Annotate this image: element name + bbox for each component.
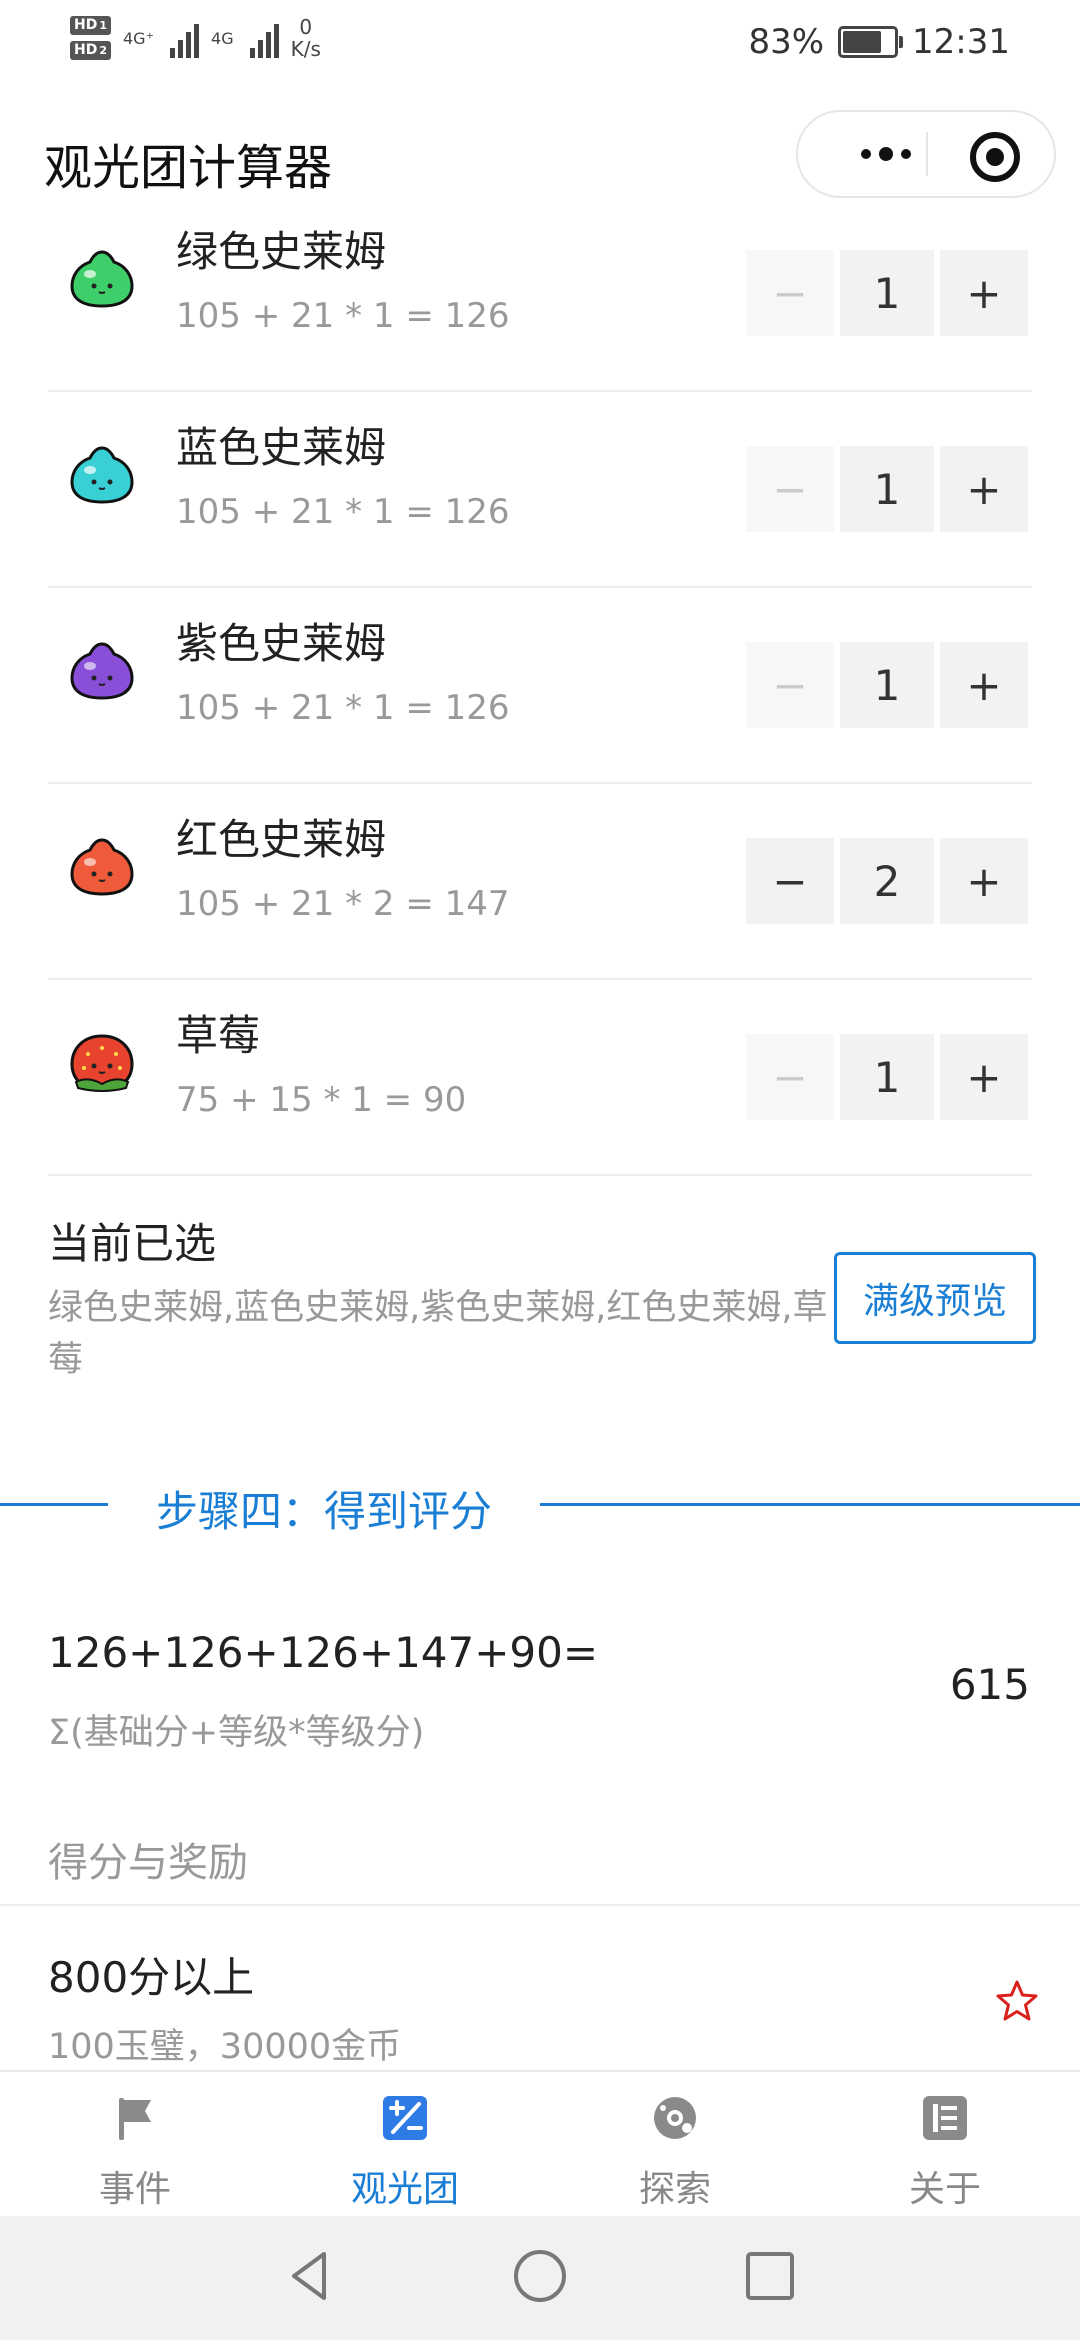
sim1-badge: HD 1 [70,16,111,35]
increment-button[interactable]: + [940,446,1028,532]
red-slime-icon [70,838,134,896]
item-formula: 105 + 21 * 2 = 147 [176,884,510,924]
item-name: 蓝色史莱姆 [176,423,387,472]
increment-button[interactable]: + [940,838,1028,924]
battery-percent: 83% [748,22,825,62]
status-bar: HD 1 HD 2 4G⁺ 4G 0 K/s 83% 12:31 [0,0,1080,90]
home-icon[interactable] [510,2246,570,2306]
item-name: 紫色史莱姆 [176,619,387,668]
recents-icon[interactable] [740,2246,800,2306]
more-dots-icon[interactable] [836,112,936,196]
decrement-button[interactable]: − [746,642,834,728]
decrement-button[interactable]: − [746,1034,834,1120]
decrement-button[interactable]: − [746,446,834,532]
capsule-divider [926,132,928,176]
item-name: 草莓 [176,1011,261,1060]
rewards-header: 得分与奖励 [48,1840,248,1886]
quantity-value[interactable]: 1 [840,446,934,532]
back-icon[interactable] [280,2246,340,2306]
title-bar: 观光团计算器 [0,100,1080,210]
page-title: 观光团计算器 [44,140,333,196]
score-total: 615 [949,1660,1030,1709]
strawberry-icon [70,1034,134,1092]
tab-tour-group[interactable]: 观光团 [270,2072,540,2218]
selected-list: 绿色史莱姆,蓝色史莱姆,紫色史莱姆,红色史莱姆,草莓 [48,1288,828,1380]
purple-slime-icon [70,642,134,700]
blue-slime-icon [70,446,134,504]
divider-right [540,1503,1080,1506]
quantity-value[interactable]: 1 [840,250,934,336]
tab-events[interactable]: 事件 [0,2072,270,2218]
list-item: 绿色史莱姆 105 + 21 * 1 = 126 − 1 + [48,196,1032,392]
target-circle-icon[interactable] [970,132,1020,182]
selected-title: 当前已选 [48,1219,217,1268]
sim2-badge: HD 2 [70,41,111,60]
status-left: HD 1 HD 2 4G⁺ 4G 0 K/s [70,16,321,60]
network-type-2: 4G [211,28,234,48]
battery-icon [838,26,904,58]
step-label: 步骤四：得到评分 [156,1487,493,1536]
increment-button[interactable]: + [940,642,1028,728]
tab-about[interactable]: 关于 [810,2072,1080,2218]
tab-explore[interactable]: 探索 [540,2072,810,2218]
tab-label: 事件 [98,2169,171,2210]
item-formula: 75 + 15 * 1 = 90 [176,1080,467,1120]
quantity-value[interactable]: 2 [840,838,934,924]
max-level-preview-button[interactable]: 满级预览 [834,1252,1036,1344]
quantity-value[interactable]: 1 [840,1034,934,1120]
increment-button[interactable]: + [940,1034,1028,1120]
score-subtitle: Σ(基础分+等级*等级分) [48,1713,425,1753]
score-formula: 126+126+126+147+90= [48,1628,599,1677]
compass-icon [654,2097,696,2139]
divider-left [0,1503,108,1506]
tab-label: 关于 [908,2169,981,2210]
list-item: 草莓 75 + 15 * 1 = 90 − 1 + [48,980,1032,1176]
status-right: 83% 12:31 [748,22,1010,62]
tab-bar: 事件 观光团 探索 关于 [0,2070,1080,2218]
item-formula: 105 + 21 * 1 = 126 [176,492,510,532]
green-slime-icon [70,250,134,308]
signal-1-icon [170,18,200,58]
quantity-stepper: − 2 + [746,838,1028,924]
flag-icon [119,2098,151,2140]
item-name: 绿色史莱姆 [176,227,387,276]
list-icon [923,2096,967,2140]
item-formula: 105 + 21 * 1 = 126 [176,296,510,336]
quantity-value[interactable]: 1 [840,642,934,728]
item-name: 红色史莱姆 [176,815,387,864]
signal-2-icon [249,18,279,58]
list-item: 红色史莱姆 105 + 21 * 2 = 147 − 2 + [48,784,1032,980]
list-item: 紫色史莱姆 105 + 21 * 1 = 126 − 1 + [48,588,1032,784]
decrement-button[interactable]: − [746,838,834,924]
tab-label: 探索 [638,2169,711,2210]
miniprogram-capsule [796,110,1056,198]
list-item: 蓝色史莱姆 105 + 21 * 1 = 126 − 1 + [48,392,1032,588]
step-header: 步骤四：得到评分 [0,1474,1080,1536]
rewards-divider [0,1904,1080,1906]
decrement-button[interactable]: − [746,250,834,336]
item-formula: 105 + 21 * 1 = 126 [176,688,510,728]
system-nav-bar [0,2216,1080,2340]
network-type-1: 4G⁺ [123,28,155,48]
reward-description: 100玉璧，30000金币 [48,2027,402,2067]
quantity-stepper: − 1 + [746,446,1028,532]
quantity-stepper: − 1 + [746,250,1028,336]
reward-title: 800分以上 [48,1953,255,2002]
quantity-stepper: − 1 + [746,1034,1028,1120]
network-speed: 0 K/s [290,15,321,61]
increment-button[interactable]: + [940,250,1028,336]
tab-label: 观光团 [350,2169,459,2210]
clock: 12:31 [912,22,1010,62]
quantity-stepper: − 1 + [746,642,1028,728]
sim-indicators: HD 1 HD 2 [70,16,111,60]
calculator-icon [383,2096,427,2140]
star-icon[interactable] [994,1978,1040,2024]
